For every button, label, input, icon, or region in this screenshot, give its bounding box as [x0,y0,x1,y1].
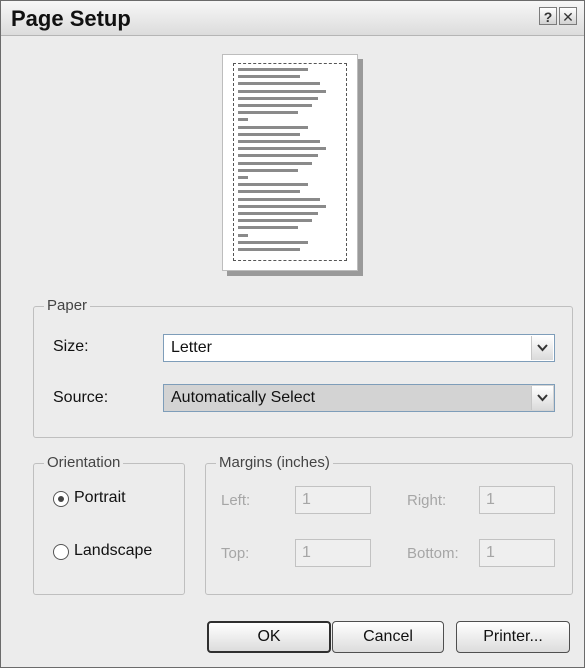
preview-text-line [238,240,308,244]
page-setup-dialog: Page Setup ? ✕ Paper Size: Letter Source… [0,0,585,668]
preview-text-line [238,212,318,215]
left-margin-value: 1 [302,491,311,508]
preview-text-line [238,248,300,251]
chevron-down-icon[interactable] [531,386,553,410]
source-dropdown[interactable]: Automatically Select [163,384,555,412]
orientation-group: Orientation [33,454,185,595]
preview-text-line [238,204,326,208]
preview-text-line [238,147,326,151]
preview-text-line [238,75,300,79]
bottom-margin-label: Bottom: [407,545,459,562]
top-margin-label: Top: [221,545,250,562]
radio-selected-dot [58,496,64,502]
landscape-radio[interactable] [53,544,69,560]
orientation-legend: Orientation [44,454,124,471]
margins-group: Margins (inches) [205,454,573,595]
source-value: Automatically Select [171,389,316,406]
preview-text-line [238,96,318,100]
dialog-title: Page Setup [11,6,131,31]
paper-legend: Paper [44,297,91,314]
preview-text-line [238,233,248,237]
preview-text-line [238,197,320,201]
portrait-radio[interactable] [53,491,69,507]
margins-legend: Margins (inches) [216,454,333,471]
preview-text-line [238,132,300,136]
ok-button[interactable]: OK [207,621,331,653]
right-margin-field[interactable]: 1 [479,486,555,514]
source-label: Source: [53,389,109,406]
top-margin-field[interactable]: 1 [295,539,371,567]
preview-text-line [238,154,318,158]
preview-text-line [238,190,300,194]
preview-text-line [238,183,308,187]
title-bar[interactable]: Page Setup ? ✕ [1,1,584,36]
top-margin-value: 1 [302,544,311,561]
preview-text-line [238,111,298,115]
paper-group: Paper [33,297,573,438]
preview-text-line [238,82,320,86]
landscape-label[interactable]: Landscape [74,542,152,560]
preview-text-line [238,125,308,129]
size-label: Size: [53,338,89,355]
chevron-down-icon[interactable] [531,336,553,360]
help-icon[interactable]: ? [539,7,557,25]
preview-text-line [238,161,312,165]
page-preview [222,54,358,271]
cancel-button[interactable]: Cancel [332,621,444,653]
preview-text-line [238,176,248,179]
portrait-label[interactable]: Portrait [74,489,126,507]
preview-text-line [238,140,320,143]
right-margin-value: 1 [486,491,495,508]
preview-margin-box [233,63,347,261]
preview-text-line [238,68,308,71]
preview-text-line [238,226,298,230]
preview-text-line [238,168,298,172]
bottom-margin-field[interactable]: 1 [479,539,555,567]
close-icon[interactable]: ✕ [559,7,577,25]
left-margin-field[interactable]: 1 [295,486,371,514]
bottom-margin-value: 1 [486,544,495,561]
right-margin-label: Right: [407,492,447,509]
size-value: Letter [171,339,212,356]
left-margin-label: Left: [221,492,251,509]
preview-text-line [238,89,326,93]
size-dropdown[interactable]: Letter [163,334,555,362]
printer-button[interactable]: Printer... [456,621,570,653]
preview-text-line [238,118,248,122]
preview-text-line [238,219,312,223]
preview-text-line [238,104,312,107]
